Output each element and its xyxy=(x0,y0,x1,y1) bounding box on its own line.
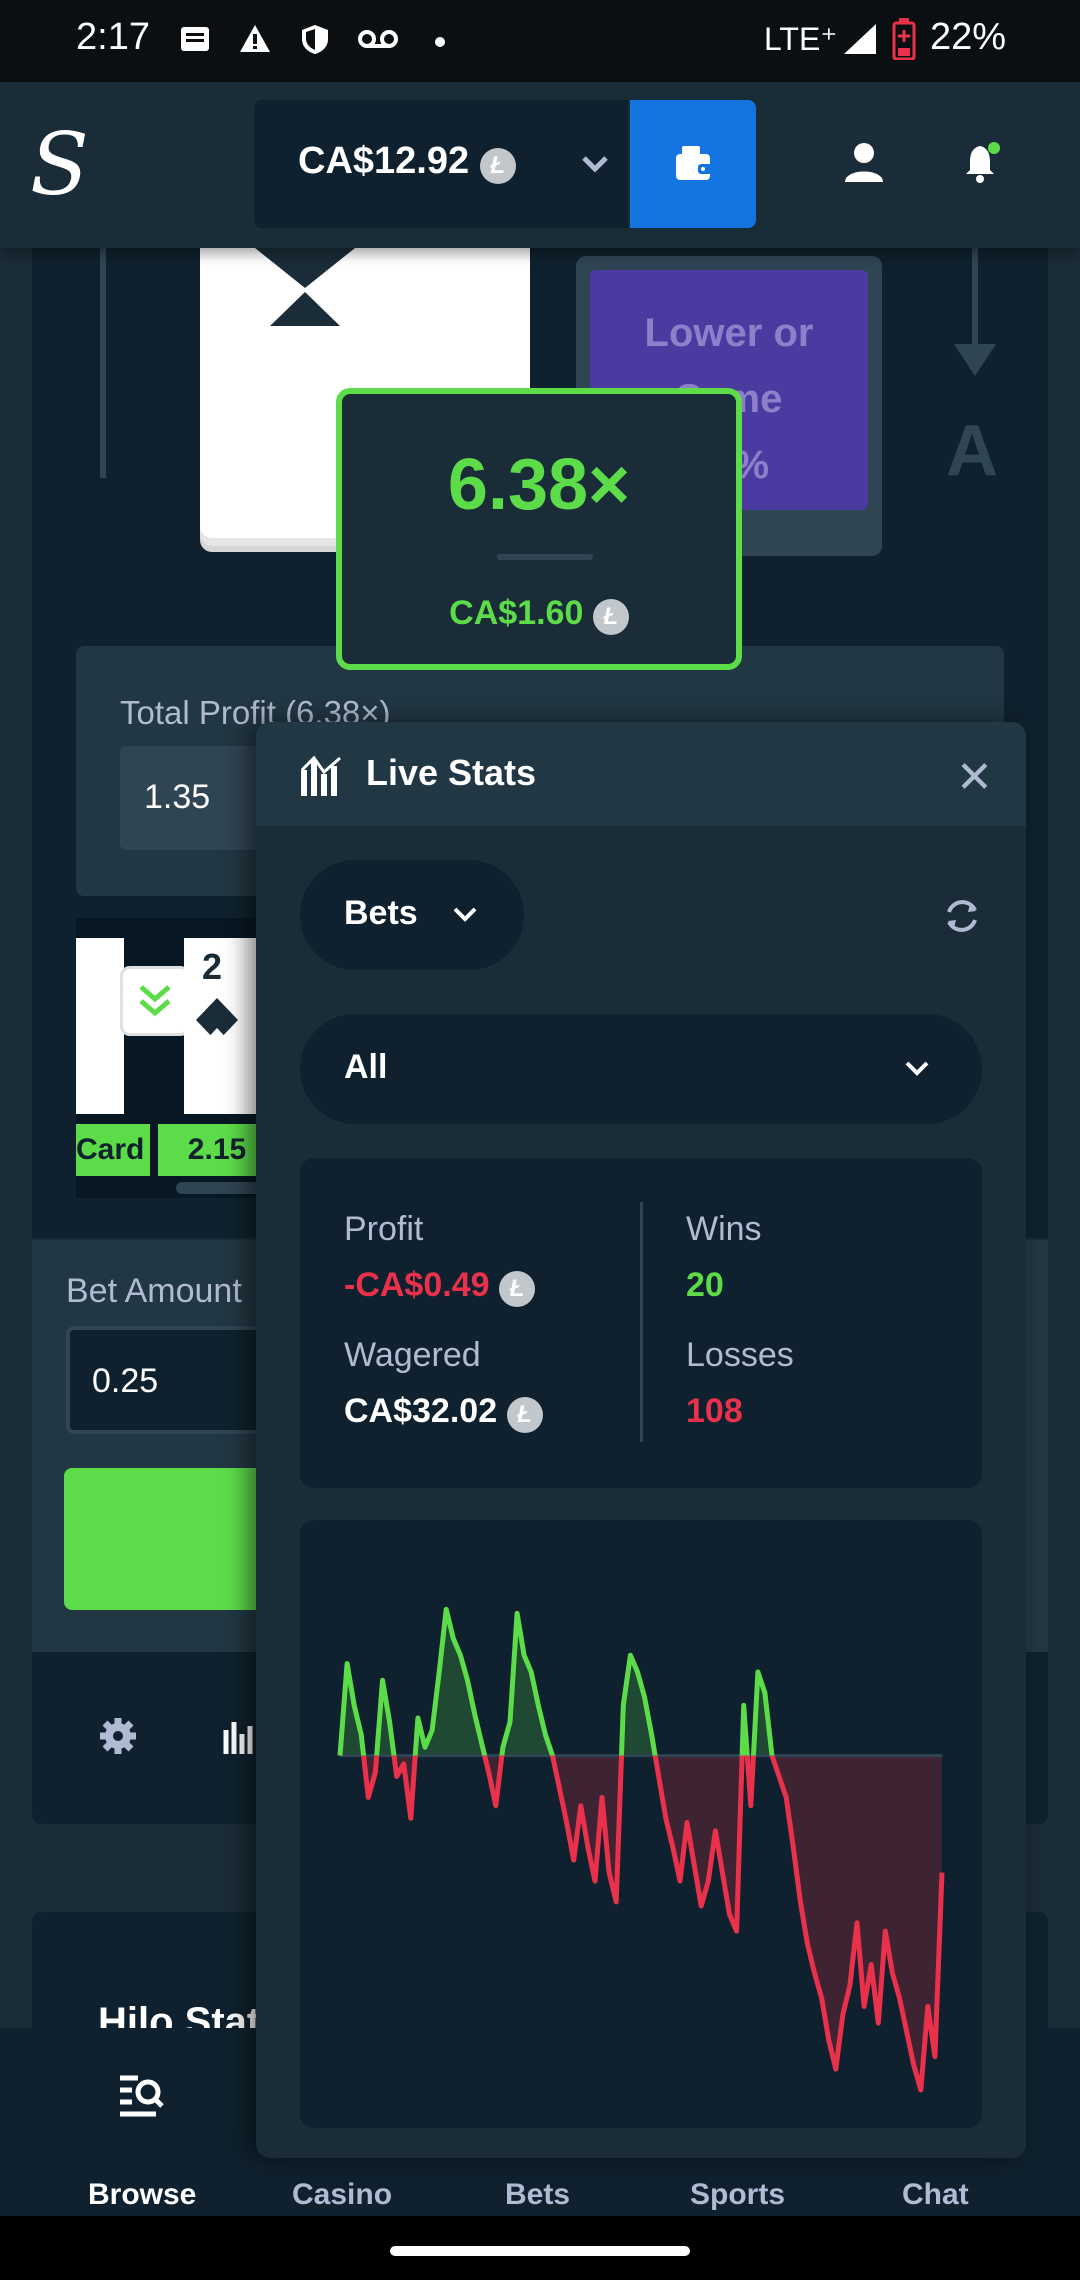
litecoin-icon: Ł xyxy=(479,148,516,184)
deck-line-right xyxy=(972,248,978,348)
nav-casino[interactable]: Casino xyxy=(292,2178,392,2212)
battery-icon xyxy=(892,18,916,60)
game-filter-select[interactable]: All xyxy=(300,1014,982,1124)
losses-value: 108 xyxy=(686,1392,743,1430)
close-icon[interactable]: ✕ xyxy=(956,752,993,803)
win-popup: 6.38× CA$1.60 Ł xyxy=(336,388,742,670)
game-filter-value: All xyxy=(344,1048,388,1086)
user-icon[interactable] xyxy=(842,140,886,184)
dot-icon xyxy=(435,37,445,47)
win-multiplier: 6.38× xyxy=(447,445,631,525)
popup-divider xyxy=(497,554,593,560)
wallet-button[interactable] xyxy=(630,100,756,228)
stat-type-select[interactable]: Bets xyxy=(300,860,524,970)
stat-type-value: Bets xyxy=(344,894,418,932)
litecoin-icon: Ł xyxy=(498,1271,535,1307)
win-amount: CA$1.60 Ł xyxy=(342,594,736,635)
chevron-down-icon xyxy=(582,156,608,173)
wins-label: Wins xyxy=(686,1210,762,1248)
news-icon xyxy=(181,27,209,51)
spade-suit-icon xyxy=(255,248,355,326)
wins-value: 20 xyxy=(686,1266,724,1304)
wallet-icon xyxy=(676,146,712,180)
nav-chat[interactable]: Chat xyxy=(902,2178,969,2212)
nav-bets[interactable]: Bets xyxy=(505,2178,570,2212)
gesture-handle[interactable] xyxy=(390,2246,690,2256)
litecoin-icon: Ł xyxy=(506,1397,543,1433)
shield-icon xyxy=(302,25,328,54)
signal-icon xyxy=(844,24,876,54)
balance-amount: CA$12.92 Ł xyxy=(298,140,516,184)
status-bar: 2:17 LTE⁺ 22% xyxy=(0,0,1080,82)
warning-icon xyxy=(240,25,270,52)
chevron-down-icon xyxy=(905,1061,929,1076)
losses-label: Losses xyxy=(686,1336,794,1374)
double-chevron-down-icon xyxy=(139,985,171,1017)
gear-icon[interactable] xyxy=(98,1716,138,1756)
history-label: Card xyxy=(76,1124,150,1176)
live-stats-header[interactable]: Live Stats ✕ xyxy=(256,722,1026,826)
bet-amount-label: Bet Amount xyxy=(66,1272,242,1310)
wagered-value: CA$32.02 Ł xyxy=(344,1392,543,1433)
live-stats-title: Live Stats xyxy=(366,752,537,793)
profit-chart xyxy=(300,1520,982,2128)
voicemail-icon xyxy=(358,30,398,48)
status-time: 2:17 xyxy=(76,16,150,58)
nav-browse[interactable]: Browse xyxy=(88,2178,196,2212)
profit-value: -CA$0.49 Ł xyxy=(344,1266,535,1307)
network-label: LTE⁺ xyxy=(764,21,838,57)
gesture-bar xyxy=(0,2216,1080,2280)
stats-summary: Profit -CA$0.49 Ł Wagered CA$32.02 Ł Win… xyxy=(300,1158,982,1488)
total-profit-value: 1.35 xyxy=(144,778,211,816)
refresh-icon[interactable] xyxy=(942,896,982,936)
battery-label: 22% xyxy=(930,16,1007,58)
card-history[interactable]: 2 Card 2.15 xyxy=(76,918,276,1198)
ace-label: A xyxy=(946,411,998,491)
balance-selector[interactable]: CA$12.92 Ł xyxy=(254,100,628,228)
arrow-down-icon xyxy=(954,344,996,376)
deck-line-left xyxy=(100,248,106,478)
stake-logo[interactable]: S xyxy=(30,120,90,210)
wagered-label: Wagered xyxy=(344,1336,481,1374)
live-stats-icon xyxy=(300,755,341,796)
history-lower-badge xyxy=(120,966,190,1036)
browse-icon xyxy=(120,2075,164,2117)
bell-icon[interactable] xyxy=(960,140,1004,184)
profit-label: Profit xyxy=(344,1210,424,1248)
stats-divider xyxy=(640,1202,643,1442)
litecoin-icon: Ł xyxy=(592,599,629,635)
app-header: S CA$12.92 Ł xyxy=(0,82,1080,248)
profit-chart-svg xyxy=(337,1606,945,2093)
spade-suit-icon xyxy=(196,998,238,1042)
nav-sports[interactable]: Sports xyxy=(690,2178,785,2212)
bet-amount-value: 0.25 xyxy=(92,1362,159,1400)
history-card-rank: 2 xyxy=(202,946,223,987)
history-card xyxy=(76,938,124,1114)
live-stats-panel: Live Stats ✕ Bets All Profit -CA$0.49 Ł … xyxy=(256,722,1026,2158)
chevron-down-icon xyxy=(453,907,477,922)
